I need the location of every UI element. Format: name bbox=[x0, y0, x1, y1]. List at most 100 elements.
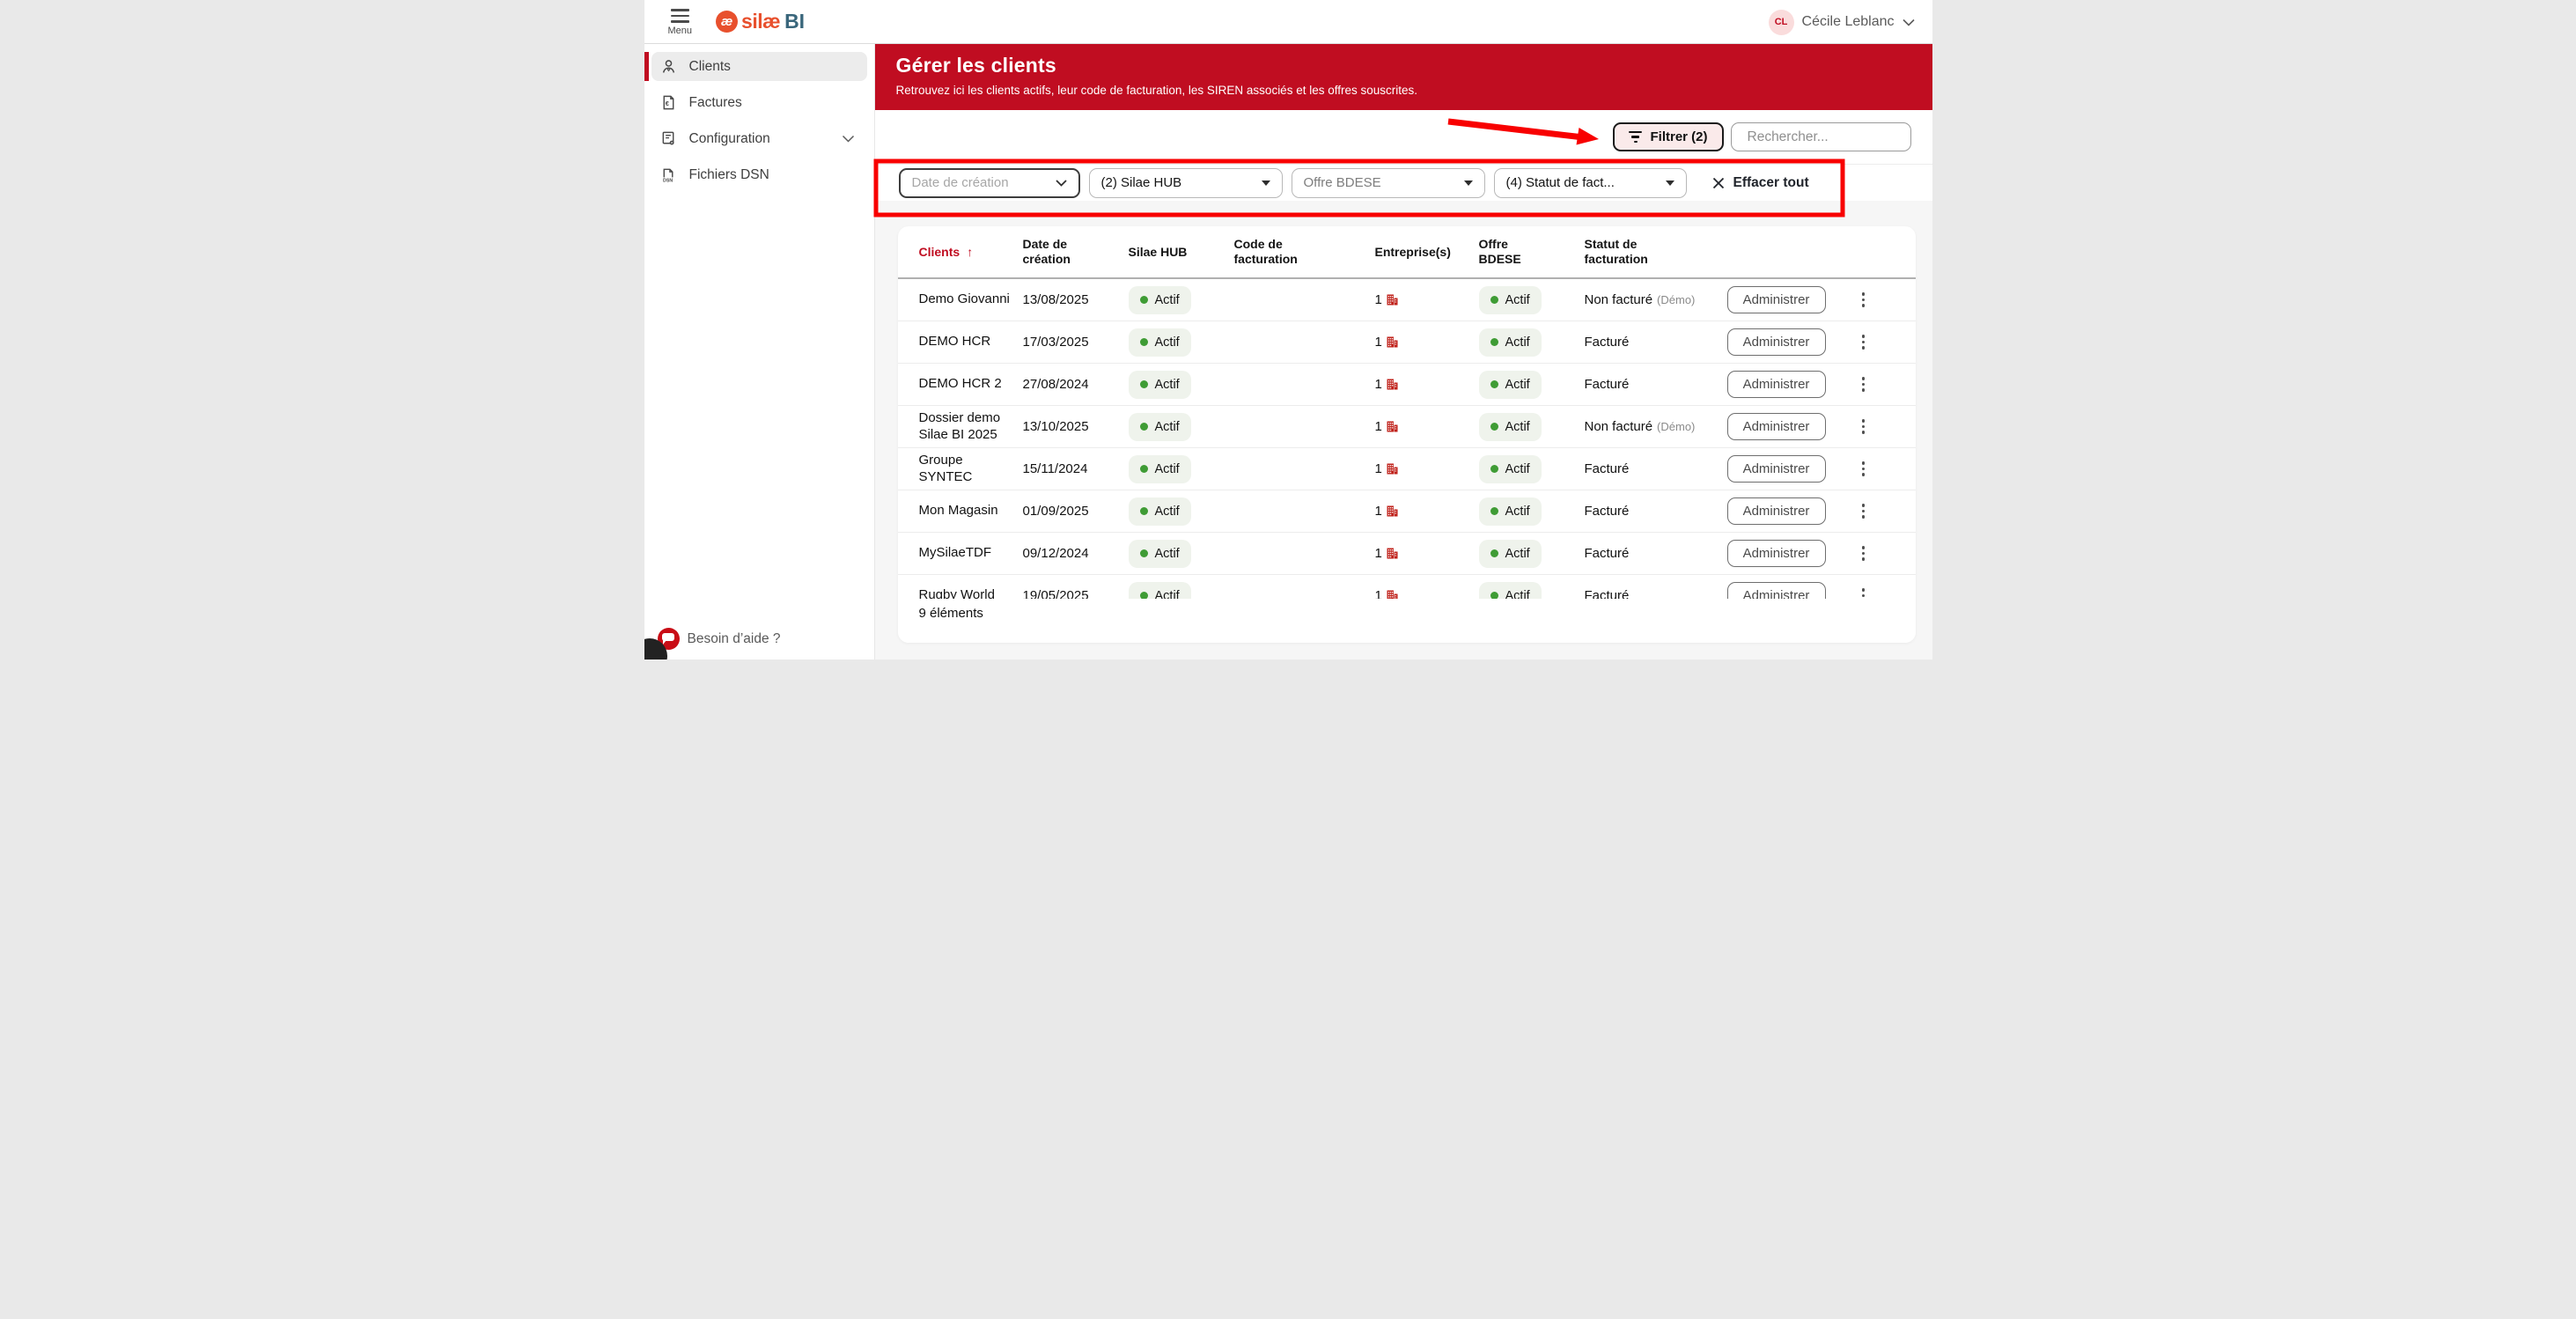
menu-button-label: Menu bbox=[667, 25, 693, 36]
svg-text:DSN: DSN bbox=[663, 179, 673, 183]
companies-count: 1 bbox=[1374, 461, 1382, 476]
sidebar-item-clients[interactable]: Clients bbox=[644, 52, 867, 81]
billing-status: Facturé bbox=[1584, 546, 1630, 561]
help-label: Besoin d’aide ? bbox=[687, 630, 781, 646]
column-header[interactable]: Statut de facturation bbox=[1585, 237, 1727, 267]
billing-status: Facturé bbox=[1584, 377, 1630, 392]
search-input[interactable] bbox=[1747, 129, 1924, 145]
building-icon bbox=[1387, 505, 1398, 517]
sidebar-item-label: Clients bbox=[688, 58, 731, 74]
billing-status-cell: Facturé bbox=[1585, 461, 1727, 476]
help-button[interactable]: Besoin d’aide ? bbox=[657, 628, 781, 650]
silae-hub-status: Actif bbox=[1128, 539, 1234, 568]
filter-select-offre-bdese[interactable]: Offre BDESE bbox=[1291, 167, 1485, 198]
status-active-pill: Actif bbox=[1478, 412, 1542, 441]
search-field[interactable] bbox=[1730, 122, 1924, 151]
column-header[interactable]: Clients ↑ bbox=[919, 245, 1023, 260]
sidebar-item-label: Factures bbox=[688, 94, 742, 110]
green-dot-icon bbox=[1490, 296, 1498, 304]
avatar: CL bbox=[1768, 9, 1794, 35]
bdese-status: Actif bbox=[1478, 539, 1585, 568]
clear-all-filters-button[interactable]: Effacer tout bbox=[1712, 175, 1809, 191]
billing-status: Facturé bbox=[1584, 504, 1630, 519]
companies-count: 1 bbox=[1374, 546, 1382, 561]
brand-name: silæ bbox=[741, 10, 781, 33]
row-menu-button[interactable] bbox=[1858, 542, 1869, 564]
dropdown-triangle-icon bbox=[1665, 180, 1674, 186]
green-dot-icon bbox=[1490, 423, 1498, 431]
sidebar-item-fichiers-dsn[interactable]: DSN Fichiers DSN bbox=[651, 160, 867, 189]
bdese-status: Actif bbox=[1478, 412, 1585, 441]
row-menu-button[interactable] bbox=[1858, 458, 1869, 480]
status-active-pill: Actif bbox=[1128, 412, 1191, 441]
filter-select-silae-hub[interactable]: (2) Silae HUB bbox=[1088, 167, 1283, 198]
brand-logo[interactable]: æ silæ BI bbox=[716, 10, 805, 33]
sidebar-item-factures[interactable]: € Factures bbox=[651, 88, 867, 117]
filter-button[interactable]: Filtrer (2) bbox=[1613, 122, 1724, 151]
person-icon bbox=[660, 58, 678, 76]
administer-button[interactable]: Administrer bbox=[1726, 455, 1826, 483]
billing-status-cell: Non facturé (Démo) bbox=[1585, 419, 1727, 434]
companies-cell: 1 bbox=[1375, 504, 1479, 519]
row-menu-button[interactable] bbox=[1858, 331, 1869, 353]
row-menu-button[interactable] bbox=[1858, 416, 1869, 438]
status-active-pill: Actif bbox=[1128, 328, 1191, 357]
status-active-pill: Actif bbox=[1478, 539, 1542, 568]
table-footer: 9 éléments bbox=[897, 599, 1916, 643]
green-dot-icon bbox=[1139, 592, 1148, 599]
filter-select-date-creation[interactable]: Date de création bbox=[898, 167, 1080, 198]
client-name: Dossier demo Silae BI 2025 bbox=[918, 409, 1001, 442]
building-icon bbox=[1387, 294, 1398, 306]
companies-cell: 1 bbox=[1375, 292, 1479, 307]
billing-status-cell: Facturé bbox=[1585, 588, 1727, 599]
status-active-pill: Actif bbox=[1128, 539, 1191, 568]
status-active-pill: Actif bbox=[1128, 581, 1191, 599]
settings-document-icon bbox=[660, 130, 678, 148]
sidebar-item-configuration[interactable]: Configuration bbox=[651, 124, 867, 153]
row-menu-button[interactable] bbox=[1858, 289, 1869, 311]
chevron-down-icon bbox=[1902, 18, 1915, 26]
status-active-pill: Actif bbox=[1128, 285, 1191, 314]
billing-status: Non facturé bbox=[1584, 419, 1653, 434]
row-menu-button[interactable] bbox=[1858, 500, 1869, 522]
status-active-pill: Actif bbox=[1128, 370, 1191, 399]
administer-button[interactable]: Administrer bbox=[1726, 582, 1826, 599]
client-name: DEMO HCR bbox=[918, 334, 991, 350]
column-header[interactable]: Offre BDESE bbox=[1479, 237, 1585, 267]
administer-button[interactable]: Administrer bbox=[1726, 413, 1826, 440]
green-dot-icon bbox=[1490, 549, 1498, 557]
filter-select-statut-facturation[interactable]: (4) Statut de fact... bbox=[1493, 167, 1687, 198]
row-menu-button[interactable] bbox=[1858, 585, 1869, 599]
bdese-status: Actif bbox=[1478, 328, 1585, 357]
chevron-down-icon bbox=[1055, 175, 1067, 191]
administer-button[interactable]: Administrer bbox=[1726, 286, 1826, 313]
companies-count: 1 bbox=[1374, 588, 1382, 599]
client-name: Rugby World bbox=[918, 587, 995, 599]
column-header[interactable]: Date de création bbox=[1023, 237, 1129, 267]
silae-hub-status: Actif bbox=[1128, 497, 1234, 526]
menu-cell bbox=[1833, 542, 1895, 564]
content-area: Clients ↑ Date de création Silae HUB Code de f… bbox=[875, 201, 1932, 660]
items-count: 9 éléments bbox=[918, 606, 983, 621]
filter-button-label: Filtrer (2) bbox=[1650, 129, 1708, 144]
column-header[interactable]: Silae HUB bbox=[1129, 245, 1234, 260]
building-icon bbox=[1387, 463, 1398, 475]
row-menu-button[interactable] bbox=[1858, 373, 1869, 395]
created-date: 01/09/2025 bbox=[1022, 504, 1089, 519]
column-header[interactable]: Code de facturation bbox=[1234, 237, 1375, 267]
administer-button[interactable]: Administrer bbox=[1726, 497, 1826, 525]
administer-button[interactable]: Administrer bbox=[1726, 540, 1826, 567]
silae-hub-status: Actif bbox=[1128, 412, 1234, 441]
administer-button[interactable]: Administrer bbox=[1726, 371, 1826, 398]
billing-status: Facturé bbox=[1584, 461, 1630, 476]
status-active-pill: Actif bbox=[1478, 581, 1542, 599]
table-row: MySilaeTDF 09/12/2024 Actif 1 Actif Facturé Ad… bbox=[897, 533, 1916, 575]
action-cell: Administrer bbox=[1726, 582, 1833, 599]
administer-button[interactable]: Administrer bbox=[1726, 328, 1826, 356]
menu-button[interactable]: Menu bbox=[667, 7, 693, 36]
billing-status-cell: Non facturé (Démo) bbox=[1585, 292, 1727, 307]
status-active-pill: Actif bbox=[1478, 497, 1542, 526]
user-menu[interactable]: CL Cécile Leblanc bbox=[1768, 0, 1915, 44]
column-header[interactable]: Entreprise(s) bbox=[1375, 245, 1479, 260]
companies-cell: 1 bbox=[1375, 419, 1479, 434]
